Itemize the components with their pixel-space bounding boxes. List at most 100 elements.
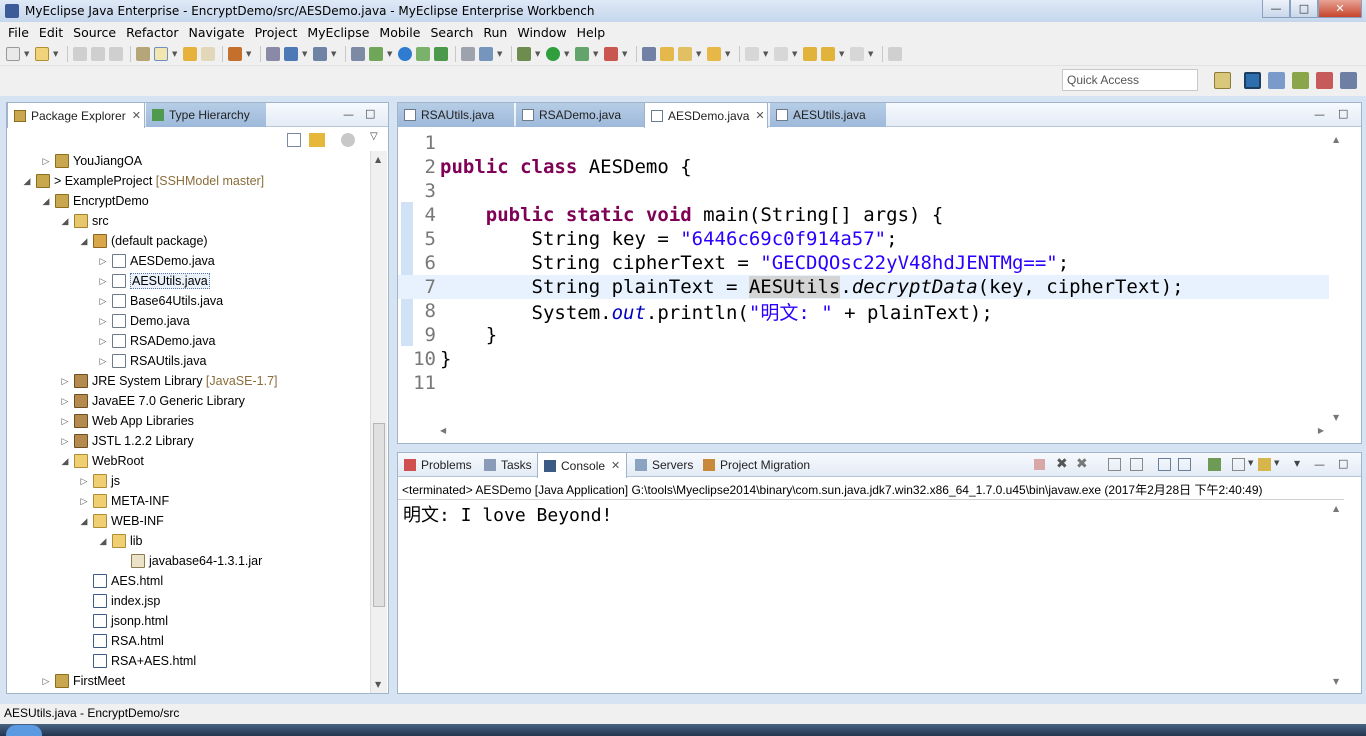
tab-aesdemo-java[interactable]: AESDemo.java ✕ [644, 103, 768, 128]
code-line[interactable]: 3 [398, 179, 1344, 203]
tree-item[interactable]: ◢ WEB-INF [7, 511, 164, 531]
tree-item[interactable]: ▷ AESUtils.java [7, 271, 210, 291]
menu-mobile[interactable]: Mobile [374, 25, 425, 40]
dropdown-arrow-icon[interactable]: ▼ [1274, 459, 1279, 467]
server-icon[interactable] [228, 46, 242, 61]
tab-servers[interactable]: Servers [629, 453, 697, 477]
menu-source[interactable]: Source [68, 25, 121, 40]
dropdown-arrow-icon[interactable]: ▼ [24, 50, 31, 58]
tree-item[interactable]: ◢ WebRoot [7, 451, 144, 471]
back-icon[interactable] [821, 46, 835, 61]
save-icon[interactable] [73, 46, 87, 61]
show-console-stderr-icon[interactable] [1178, 458, 1191, 471]
dropdown-arrow-icon[interactable]: ▼ [497, 50, 504, 58]
tree-item[interactable]: ▷ Base64Utils.java [7, 291, 223, 311]
collapsed-arrow-icon[interactable]: ▷ [97, 336, 109, 347]
maximize-view-icon[interactable]: □ [1338, 107, 1348, 120]
dropdown-arrow-icon[interactable]: ▼ [1248, 459, 1253, 467]
collapsed-arrow-icon[interactable]: ▷ [97, 356, 109, 367]
prev-annotation-icon[interactable] [774, 46, 788, 61]
tree-item[interactable]: ▷ js [7, 471, 120, 491]
tree-item[interactable]: RSA+AES.html [7, 651, 196, 671]
dropdown-arrow-icon[interactable]: ▼ [696, 50, 703, 58]
team-perspective-icon[interactable] [1340, 72, 1357, 89]
close-icon[interactable]: ✕ [132, 109, 141, 122]
add-server-icon[interactable] [369, 46, 383, 61]
tree-item[interactable]: javabase64-1.3.1.jar [7, 551, 262, 571]
collapsed-arrow-icon[interactable]: ▷ [97, 316, 109, 327]
collapsed-arrow-icon[interactable]: ▷ [97, 296, 109, 307]
menu-file[interactable]: File [3, 25, 34, 40]
tree-item[interactable]: ▷ Demo.java [7, 311, 190, 331]
expanded-arrow-icon[interactable]: ◢ [78, 236, 90, 247]
tab-problems[interactable]: Problems [398, 453, 478, 477]
code-line[interactable]: 7 String plainText = AESUtils.decryptDat… [398, 275, 1344, 299]
tree-item[interactable]: ◢ > ExampleProject [SSHModel master] [7, 171, 264, 191]
new-java-class-icon[interactable] [416, 46, 430, 61]
tree-item[interactable]: ▷ YouJiangOA [7, 151, 142, 171]
menu-run[interactable]: Run [478, 25, 512, 40]
collapsed-arrow-icon[interactable]: ▷ [59, 396, 71, 407]
collapsed-arrow-icon[interactable]: ▷ [78, 496, 90, 507]
view-menu-icon[interactable]: ▽ [370, 131, 378, 142]
code-line[interactable]: 2 public class AESDemo { [398, 155, 1344, 179]
editor-scrollbar-v[interactable]: ▲ ▼ [1329, 131, 1346, 426]
code-line[interactable]: 4 public static void main(String[] args)… [398, 203, 1344, 227]
link-with-editor-icon[interactable] [309, 133, 325, 147]
scroll-thumb[interactable] [373, 423, 385, 607]
collapsed-arrow-icon[interactable]: ▷ [97, 276, 109, 287]
menu-myeclipse[interactable]: MyEclipse [302, 25, 374, 40]
dropdown-arrow-icon[interactable]: ▼ [172, 50, 179, 58]
tree-item[interactable]: jsonp.html [7, 611, 168, 631]
myeclipse-perspective-icon[interactable] [1244, 72, 1261, 89]
dropdown-arrow-icon[interactable]: ▼ [564, 50, 571, 58]
tree-item[interactable]: AES.html [7, 571, 163, 591]
code-line[interactable]: 6 String cipherText = "GECDQOsc22yV48hdJ… [398, 251, 1344, 275]
dropdown-arrow-icon[interactable]: ▼ [331, 50, 338, 58]
window-title-bar[interactable]: MyEclipse Java Enterprise - EncryptDemo/… [0, 0, 1366, 22]
open-folder-icon[interactable] [660, 46, 674, 61]
tab-type-hierarchy[interactable]: Type Hierarchy [146, 103, 266, 127]
debug-icon[interactable] [517, 46, 531, 61]
menu-refactor[interactable]: Refactor [121, 25, 183, 40]
dropdown-arrow-icon[interactable]: ▼ [246, 50, 253, 58]
minimize-button[interactable]: — [1262, 0, 1290, 18]
tab-aesutils-java[interactable]: AESUtils.java [770, 103, 886, 127]
menu-project[interactable]: Project [250, 25, 303, 40]
start-button-icon[interactable] [6, 725, 42, 736]
tree-item[interactable]: index.jsp [7, 591, 160, 611]
collapsed-arrow-icon[interactable]: ▷ [97, 256, 109, 267]
open-console-icon[interactable] [1258, 458, 1271, 471]
expanded-arrow-icon[interactable]: ◢ [40, 196, 52, 207]
tree-item[interactable]: ◢ lib [7, 531, 143, 551]
database-perspective-icon[interactable] [1316, 72, 1333, 89]
open-perspective-icon[interactable] [1214, 72, 1231, 89]
dropdown-arrow-icon[interactable]: ▼ [839, 50, 846, 58]
menu-window[interactable]: Window [512, 25, 571, 40]
menu-edit[interactable]: Edit [34, 25, 68, 40]
expanded-arrow-icon[interactable]: ◢ [97, 536, 109, 547]
expanded-arrow-icon[interactable]: ◢ [21, 176, 33, 187]
search-icon[interactable] [678, 46, 692, 61]
editor-scrollbar-h[interactable]: ◀ ▶ [438, 426, 1326, 440]
expanded-arrow-icon[interactable]: ◢ [59, 456, 71, 467]
run-external-icon[interactable] [575, 46, 589, 61]
dropdown-arrow-icon[interactable]: ▼ [387, 50, 394, 58]
dropdown-arrow-icon[interactable]: ▼ [302, 50, 309, 58]
minimize-view-icon[interactable]: — [1314, 108, 1325, 121]
toggle-mark-icon[interactable] [154, 46, 168, 61]
minimize-view-icon[interactable]: — [343, 108, 354, 121]
tree-item[interactable]: ▷ RSAUtils.java [7, 351, 206, 371]
dropdown-arrow-icon[interactable]: ▼ [535, 50, 542, 58]
collapsed-arrow-icon[interactable]: ▷ [59, 416, 71, 427]
dropdown-arrow-icon[interactable]: ▼ [792, 50, 799, 58]
tree-item[interactable]: ▷ JSTL 1.2.2 Library [7, 431, 194, 451]
collapsed-arrow-icon[interactable]: ▷ [40, 156, 52, 167]
undo-icon[interactable] [183, 46, 197, 61]
code-line[interactable]: 8 System.out.println("明文: " + plainText)… [398, 299, 1344, 324]
server-connect-icon[interactable] [351, 46, 365, 61]
display-console-icon[interactable] [1232, 458, 1245, 471]
java-perspective-icon[interactable] [1268, 72, 1285, 89]
menu-help[interactable]: Help [572, 25, 611, 40]
console-output[interactable]: 明文: I love Beyond! [403, 501, 612, 527]
